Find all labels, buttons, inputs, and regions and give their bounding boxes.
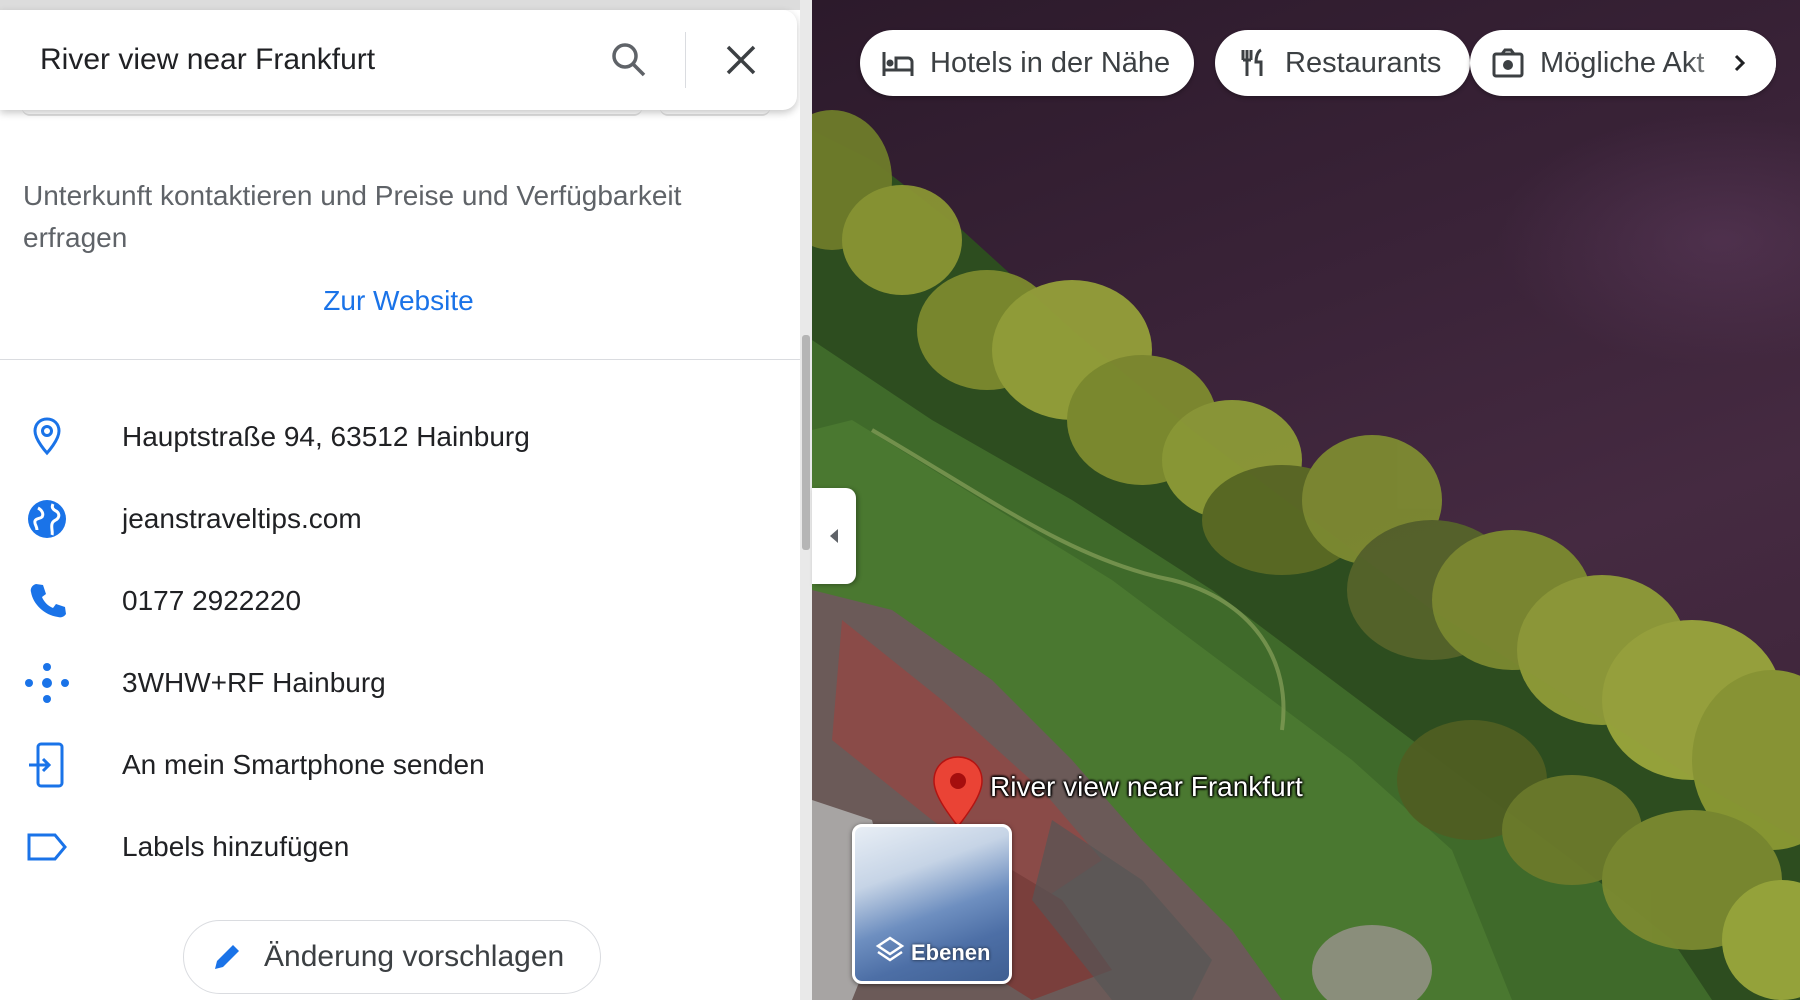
location-marker[interactable] [931, 755, 985, 829]
suggest-edit-button[interactable]: Änderung vorschlagen [183, 920, 601, 994]
send-to-phone-row[interactable]: An mein Smartphone senden [0, 729, 797, 801]
suggest-edit-label: Änderung vorschlagen [264, 940, 565, 973]
camera-icon [1492, 48, 1524, 78]
chip-restaurants-label: Restaurants [1285, 46, 1442, 79]
pencil-icon [215, 945, 239, 969]
search-button[interactable] [603, 34, 655, 86]
hotel-bed-icon [882, 52, 914, 76]
place-details-panel: Unterkunft kontaktieren und Preise und V… [0, 0, 800, 1000]
send-to-phone-icon [22, 740, 72, 790]
section-divider [0, 359, 800, 360]
panel-scrollbar-thumb[interactable] [802, 335, 810, 550]
layers-icon [875, 936, 905, 962]
phone-row[interactable]: 0177 2922220 [0, 565, 797, 637]
location-pin-icon [22, 412, 72, 462]
phone-text: 0177 2922220 [122, 585, 302, 616]
add-labels-row[interactable]: Labels hinzufügen [0, 811, 797, 883]
plus-code-text: 3WHW+RF Hainburg [122, 667, 386, 698]
chevron-right-icon [1734, 54, 1746, 72]
label-icon [22, 822, 72, 872]
clear-search-button[interactable] [715, 34, 767, 86]
panel-top-strip [0, 0, 800, 10]
phone-icon [22, 576, 72, 626]
booking-note: Unterkunft kontaktieren und Preise und V… [23, 180, 682, 253]
caret-left-icon [830, 529, 838, 543]
visit-website-link[interactable]: Zur Website [0, 285, 797, 317]
search-input[interactable] [40, 43, 560, 77]
address-text: Hauptstraße 94, 63512 Hainburg [122, 421, 530, 452]
send-to-phone-text: An mein Smartphone senden [122, 749, 485, 780]
close-icon [726, 45, 756, 75]
marker-label[interactable]: River view near Frankfurt [990, 771, 1303, 803]
collapse-panel-button[interactable] [812, 488, 856, 584]
plus-code-row[interactable]: 3WHW+RF Hainburg [0, 647, 797, 719]
address-row[interactable]: Hauptstraße 94, 63512 Hainburg [0, 401, 797, 473]
globe-icon [22, 494, 72, 544]
website-text: jeanstraveltips.com [122, 503, 362, 534]
plus-code-icon [22, 658, 72, 708]
chip-hotels-nearby[interactable]: Hotels in der Nähe [860, 30, 1194, 96]
chip-restaurants[interactable]: Restaurants [1215, 30, 1470, 96]
chips-scroll-right-button[interactable] [1712, 36, 1766, 90]
search-divider [685, 32, 686, 88]
chip-hotels-label: Hotels in der Nähe [930, 46, 1171, 79]
layers-button[interactable]: Ebenen [852, 824, 1012, 984]
add-labels-text: Labels hinzufügen [122, 831, 350, 862]
search-icon [612, 43, 646, 77]
search-box [0, 10, 797, 110]
website-row[interactable]: jeanstraveltips.com [0, 483, 797, 555]
fork-knife-icon [1241, 48, 1263, 76]
layers-label: Ebenen [911, 940, 991, 965]
chip-things-to-do-label: Mögliche Akt [1540, 46, 1705, 79]
